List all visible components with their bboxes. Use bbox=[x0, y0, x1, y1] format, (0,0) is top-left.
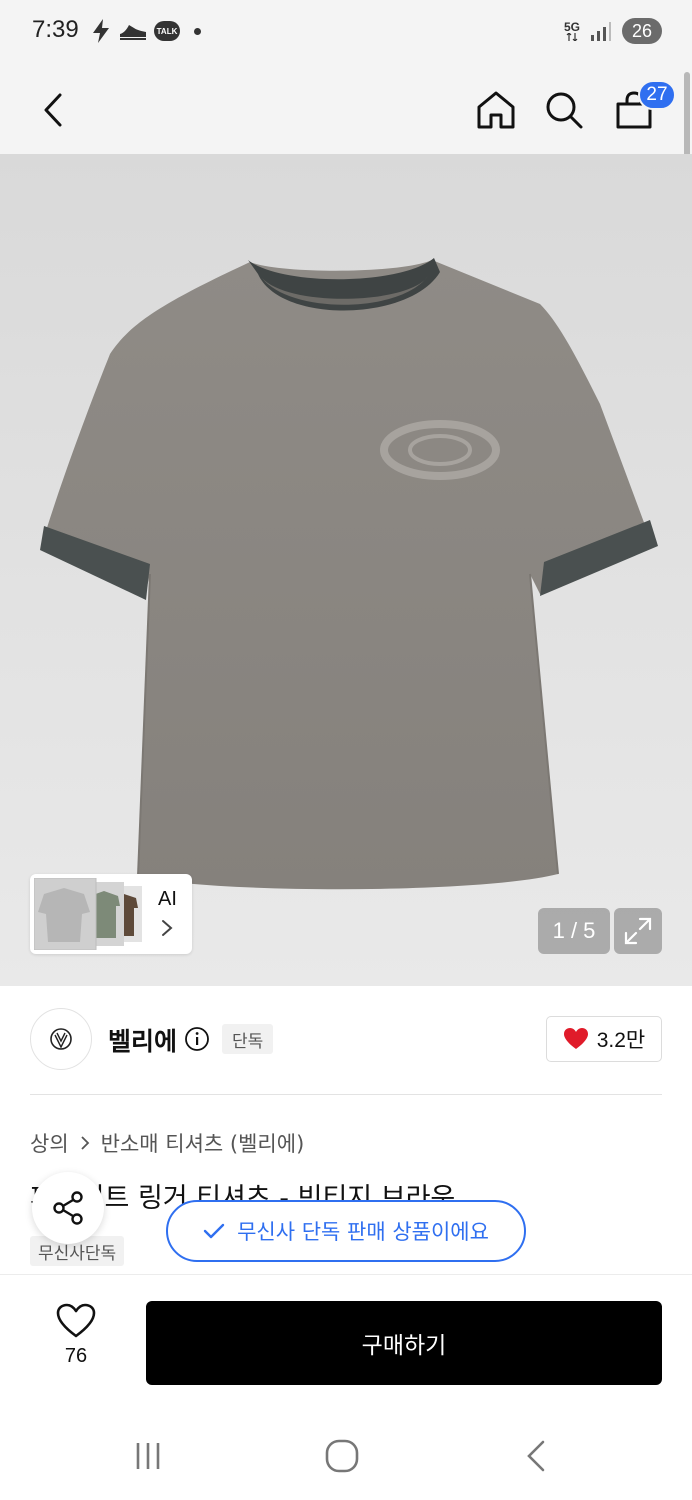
home-icon bbox=[477, 91, 515, 129]
chevron-right-icon bbox=[79, 1135, 91, 1151]
data-arrows-icon bbox=[566, 33, 578, 41]
chevron-left-icon bbox=[44, 93, 62, 127]
color-variant-thumbnails bbox=[34, 878, 142, 950]
product-photo bbox=[40, 258, 658, 890]
system-home-button[interactable] bbox=[322, 1436, 362, 1476]
network-indicator: 5G bbox=[564, 21, 580, 41]
search-button[interactable] bbox=[536, 82, 592, 138]
back-arrow-icon bbox=[527, 1440, 545, 1472]
product-image-gallery[interactable]: AI 1 / 5 bbox=[0, 154, 692, 986]
recent-apps-button[interactable] bbox=[128, 1436, 168, 1476]
expand-icon bbox=[624, 917, 652, 945]
status-time: 7:39 bbox=[32, 16, 79, 43]
image-page-counter: 1 / 5 bbox=[538, 908, 610, 954]
system-icons: 5G 26 bbox=[564, 18, 662, 44]
divider bbox=[30, 1094, 662, 1095]
share-icon bbox=[53, 1191, 83, 1225]
ai-recommendation-button[interactable]: AI bbox=[30, 874, 192, 954]
buy-button[interactable]: 구매하기 bbox=[146, 1301, 662, 1385]
bolt-icon bbox=[93, 19, 109, 43]
system-back-button[interactable] bbox=[516, 1436, 556, 1476]
toast-text: 무신사 단독 판매 상품이에요 bbox=[237, 1220, 489, 1244]
wishlist-button[interactable]: 76 bbox=[44, 1303, 108, 1373]
info-icon[interactable] bbox=[184, 1026, 210, 1052]
search-icon bbox=[546, 92, 583, 129]
category-breadcrumb: 상의 반소매 티셔츠 (벨리에) bbox=[30, 1128, 304, 1158]
heart-filled-icon bbox=[563, 1028, 588, 1049]
brand-logo[interactable] bbox=[30, 1008, 92, 1070]
share-button[interactable] bbox=[32, 1172, 104, 1244]
brand-like-button[interactable]: 3.2만 bbox=[546, 1016, 662, 1062]
signal-icon bbox=[591, 22, 611, 41]
breadcrumb-item-sub[interactable]: 반소매 티셔츠 (벨리에) bbox=[101, 1128, 305, 1158]
status-bar: 7:39 TALK 5G 26 bbox=[0, 0, 692, 66]
ai-label: AI bbox=[158, 888, 177, 910]
brand-name[interactable]: 벨리에 bbox=[108, 1022, 177, 1058]
home-button[interactable] bbox=[468, 82, 524, 138]
cart-count-badge: 27 bbox=[638, 80, 676, 110]
exclusive-tag: 단독 bbox=[222, 1024, 274, 1054]
heart-outline-icon bbox=[56, 1303, 96, 1338]
more-notifications-dot bbox=[194, 27, 201, 35]
system-navigation-bar bbox=[0, 1408, 692, 1500]
notification-icons: TALK bbox=[90, 18, 201, 44]
check-icon bbox=[203, 1223, 225, 1239]
app-header: 27 bbox=[0, 66, 692, 154]
brand-emblem-icon bbox=[50, 1028, 72, 1050]
talk-icon: TALK bbox=[154, 21, 180, 41]
wishlist-count: 76 bbox=[64, 1345, 88, 1367]
chevron-right-icon bbox=[162, 920, 173, 936]
battery-indicator: 26 bbox=[622, 18, 662, 44]
exclusive-toast: 무신사 단독 판매 상품이에요 bbox=[166, 1200, 526, 1262]
breadcrumb-item-top[interactable]: 상의 bbox=[30, 1128, 69, 1158]
brand-row: 벨리에 단독 3.2만 bbox=[30, 1008, 662, 1074]
recent-apps-icon bbox=[136, 1443, 160, 1469]
brand-like-count: 3.2만 bbox=[596, 1029, 646, 1052]
expand-image-button[interactable] bbox=[614, 908, 662, 954]
back-button[interactable] bbox=[26, 82, 82, 138]
network-type: 5G bbox=[563, 20, 580, 34]
home-circle-icon bbox=[325, 1439, 359, 1473]
purchase-action-bar: 76 구매하기 bbox=[0, 1274, 692, 1408]
sneaker-icon bbox=[120, 25, 146, 40]
cart-button[interactable]: 27 bbox=[606, 80, 676, 138]
